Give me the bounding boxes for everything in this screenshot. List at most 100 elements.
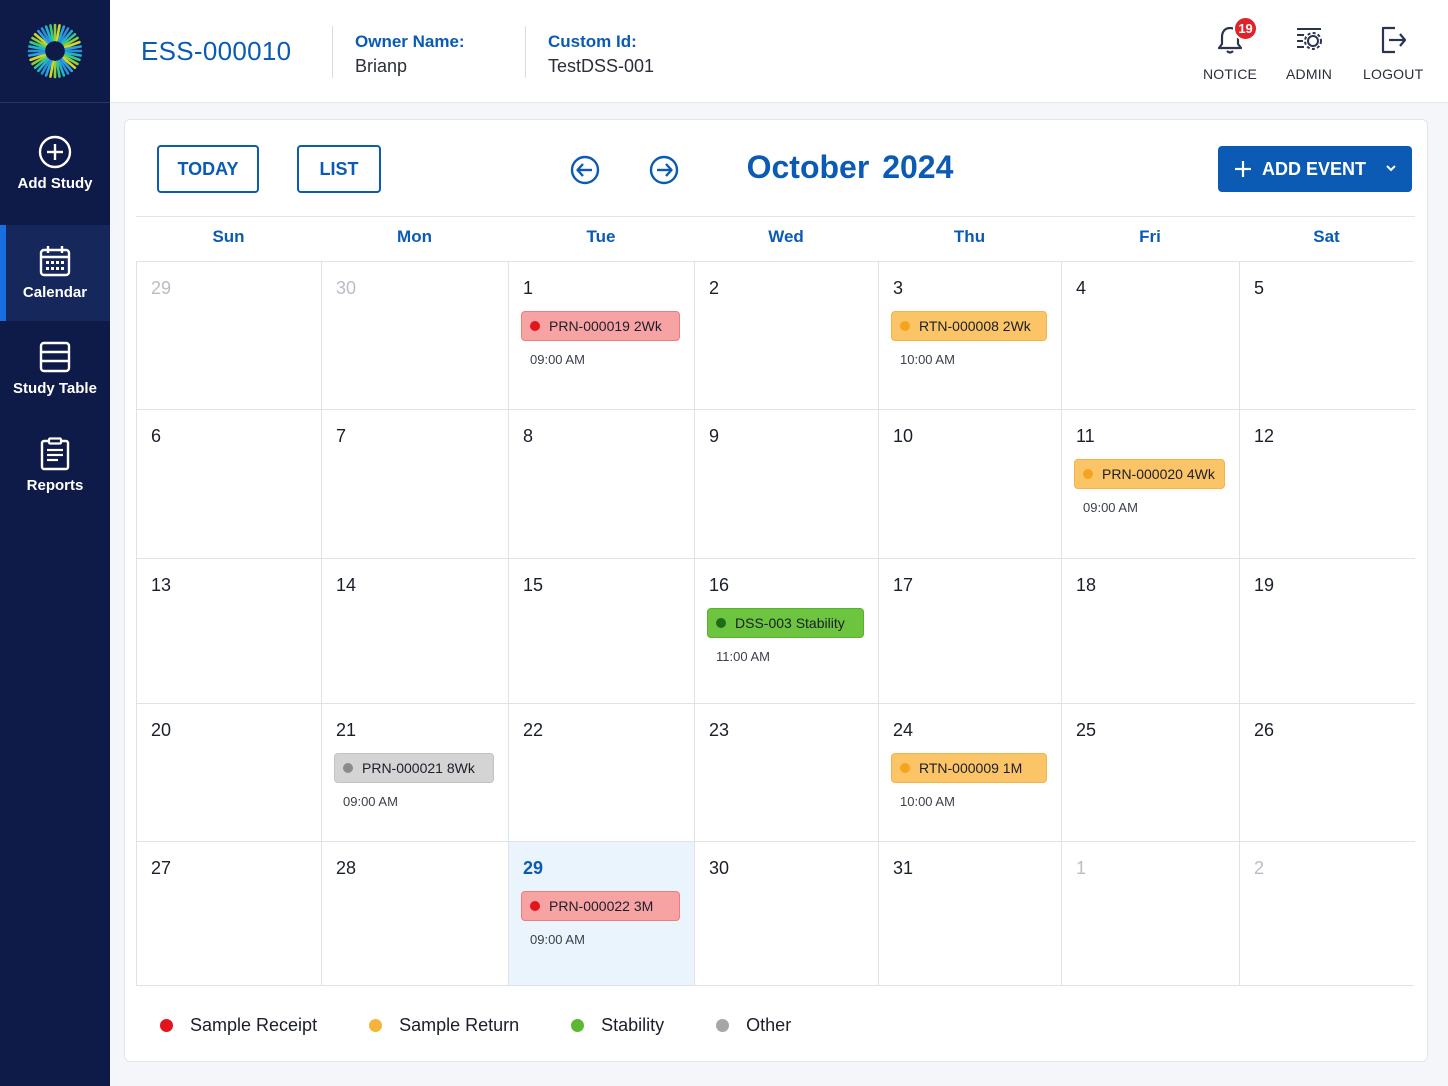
calendar-day[interactable]: 18 <box>1062 559 1240 704</box>
owner-label: Owner Name: <box>355 32 465 51</box>
sidebar-item-label: Add Study <box>17 175 93 192</box>
add-event-button[interactable]: ADD EVENT <box>1218 146 1412 192</box>
calendar-day[interactable]: 14 <box>322 559 509 704</box>
logout-button[interactable]: LOGOUT <box>1363 24 1423 82</box>
event-time: 09:00 AM <box>1083 500 1138 515</box>
event-time: 10:00 AM <box>900 794 955 809</box>
calendar-day[interactable]: 29 <box>137 262 322 410</box>
calendar-day[interactable]: 17 <box>879 559 1062 704</box>
calendar-day[interactable]: 5 <box>1240 262 1415 410</box>
calendar-day[interactable]: 12 <box>1240 410 1415 559</box>
next-month-icon[interactable] <box>648 154 680 186</box>
calendar-day[interactable]: 26 <box>1240 704 1415 842</box>
day-number: 4 <box>1076 278 1087 298</box>
day-number: 26 <box>1254 720 1275 740</box>
owner-info: Owner Name: Brianp <box>355 32 465 77</box>
table-icon <box>39 341 71 373</box>
event-title: PRN-000022 3M <box>549 898 654 914</box>
calendar-event[interactable]: RTN-000008 2Wk <box>891 311 1047 341</box>
event-time: 09:00 AM <box>343 794 398 809</box>
calendar-day[interactable]: 3 RTN-000008 2Wk 10:00 AM <box>879 262 1062 410</box>
calendar-event[interactable]: PRN-000022 3M <box>521 891 680 921</box>
event-type-dot <box>900 321 910 331</box>
chevron-down-icon[interactable] <box>1384 161 1398 175</box>
day-number: 17 <box>893 575 914 595</box>
weekday-header-fri: Fri <box>1139 227 1161 246</box>
calendar-day[interactable]: 19 <box>1240 559 1415 704</box>
calendar-day[interactable]: 1 <box>1062 842 1240 985</box>
weekday-header-wed: Wed <box>768 227 804 246</box>
calendar-day-today[interactable]: 29 PRN-000022 3M 09:00 AM <box>509 842 695 985</box>
event-title: RTN-000009 1M <box>919 760 1023 776</box>
calendar-day[interactable]: 22 <box>509 704 695 842</box>
event-type-dot <box>343 763 353 773</box>
previous-month-icon[interactable] <box>569 154 601 186</box>
calendar-day[interactable]: 9 <box>695 410 879 559</box>
calendar-event[interactable]: RTN-000009 1M <box>891 753 1047 783</box>
calendar-day[interactable]: 28 <box>322 842 509 985</box>
calendar-day[interactable]: 2 <box>695 262 879 410</box>
calendar-event[interactable]: PRN-000020 4Wk <box>1074 459 1225 489</box>
calendar-day[interactable]: 10 <box>879 410 1062 559</box>
calendar-day[interactable]: 11 PRN-000020 4Wk 09:00 AM <box>1062 410 1240 559</box>
calendar-day[interactable]: 8 <box>509 410 695 559</box>
year-value: 2024 <box>882 149 954 185</box>
calendar-day[interactable]: 15 <box>509 559 695 704</box>
day-number: 16 <box>709 575 730 595</box>
logo-icon <box>27 23 83 79</box>
calendar-day[interactable]: 30 <box>322 262 509 410</box>
day-number: 12 <box>1254 426 1275 446</box>
calendar-day[interactable]: 21 PRN-000021 8Wk 09:00 AM <box>322 704 509 842</box>
list-button[interactable]: LIST <box>297 145 381 193</box>
day-number: 14 <box>336 575 357 595</box>
event-time: 11:00 AM <box>716 649 770 664</box>
add-event-label: ADD EVENT <box>1262 158 1367 179</box>
calendar-day[interactable]: 16 DSS-003 Stability 11:00 AM <box>695 559 879 704</box>
day-number: 6 <box>151 426 162 446</box>
app-logo[interactable] <box>0 0 110 103</box>
day-number: 1 <box>523 278 534 298</box>
calendar-icon <box>39 246 71 277</box>
day-number: 15 <box>523 575 544 595</box>
calendar-event[interactable]: DSS-003 Stability <box>707 608 864 638</box>
calendar-day[interactable]: 6 <box>137 410 322 559</box>
calendar-day[interactable]: 27 <box>137 842 322 985</box>
calendar-day[interactable]: 24 RTN-000009 1M 10:00 AM <box>879 704 1062 842</box>
event-type-dot <box>530 321 540 331</box>
calendar-day[interactable]: 20 <box>137 704 322 842</box>
day-number: 7 <box>336 426 347 446</box>
calendar-day[interactable]: 23 <box>695 704 879 842</box>
sidebar-item-reports[interactable]: Reports <box>0 437 110 513</box>
calendar-day[interactable]: 30 <box>695 842 879 985</box>
legend-label: Other <box>746 1015 792 1035</box>
today-button[interactable]: TODAY <box>157 145 259 193</box>
admin-button[interactable]: ADMIN <box>1286 24 1332 82</box>
day-number: 31 <box>893 858 914 878</box>
event-type-dot <box>716 618 726 628</box>
legend-label: Stability <box>601 1015 665 1035</box>
calendar-day[interactable]: 31 <box>879 842 1062 985</box>
day-number: 20 <box>151 720 172 740</box>
custom-id-value: TestDSS-001 <box>548 56 655 76</box>
weekday-header-thu: Thu <box>953 227 986 246</box>
calendar-day[interactable]: 4 <box>1062 262 1240 410</box>
sidebar-item-study-table[interactable]: Study Table <box>0 340 110 416</box>
calendar-day[interactable]: 13 <box>137 559 322 704</box>
calendar-event[interactable]: PRN-000021 8Wk <box>334 753 494 783</box>
calendar-day[interactable]: 1 PRN-000019 2Wk 09:00 AM <box>509 262 695 410</box>
legend-label: Sample Return <box>399 1015 520 1035</box>
day-number: 19 <box>1254 575 1275 595</box>
legend-item: Other <box>716 1015 791 1036</box>
calendar-day[interactable]: 2 <box>1240 842 1415 985</box>
weekday-header-mon: Mon <box>397 227 432 246</box>
sidebar-item-calendar[interactable]: Calendar <box>0 225 110 321</box>
calendar-day[interactable]: 7 <box>322 410 509 559</box>
calendar-card: TODAY LIST October 2024 ADD EVENT Sun Mon… <box>124 119 1428 1062</box>
calendar-day[interactable]: 25 <box>1062 704 1240 842</box>
event-type-dot <box>1083 469 1093 479</box>
sidebar-item-add-study[interactable]: Add Study <box>0 135 110 211</box>
notice-button[interactable]: 19 NOTICE <box>1203 16 1259 82</box>
notice-label: NOTICE <box>1203 66 1258 82</box>
event-legend: Sample Receipt Sample Return Stability Othe… <box>160 1015 843 1036</box>
calendar-event[interactable]: PRN-000019 2Wk <box>521 311 680 341</box>
